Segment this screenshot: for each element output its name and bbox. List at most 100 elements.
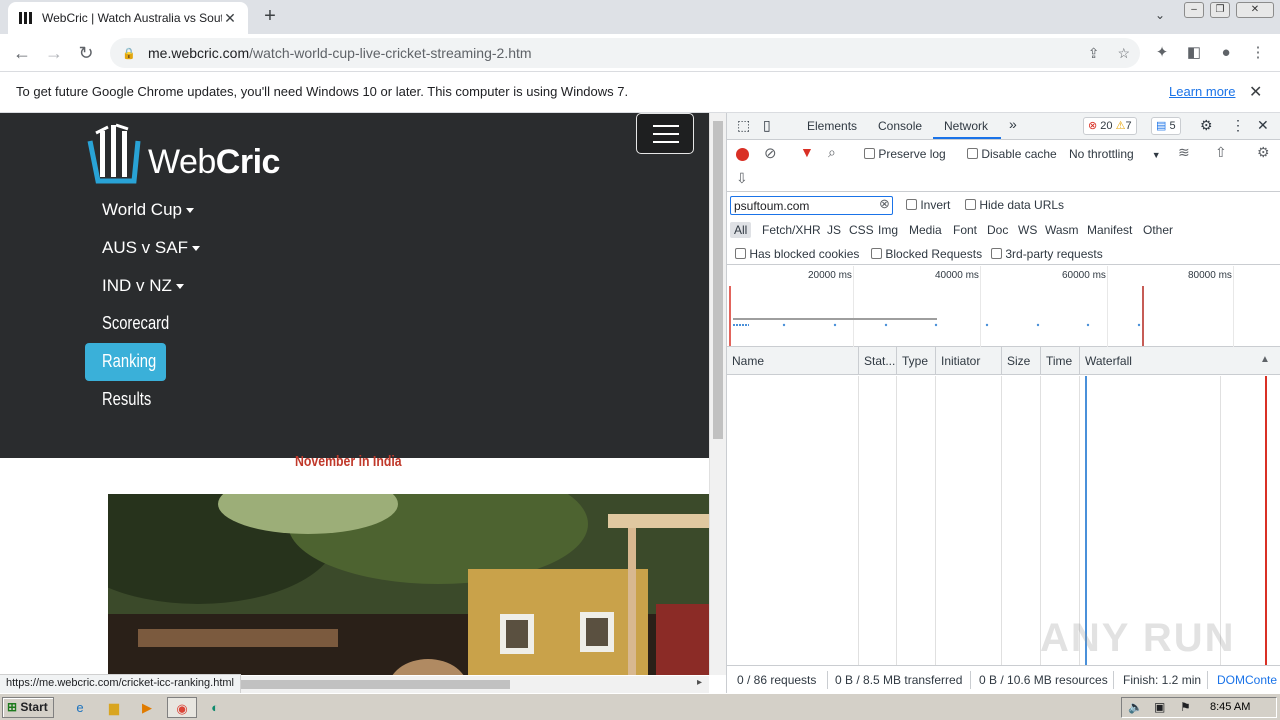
invert-checkbox[interactable]: Invert [906, 198, 950, 212]
clear-filter-icon[interactable]: ⊗ [879, 196, 890, 212]
type-js[interactable]: JS [823, 222, 845, 238]
import-har-icon[interactable]: ⇧ [1215, 144, 1227, 161]
blocked-requests-checkbox[interactable]: Blocked Requests [871, 247, 982, 261]
type-manifest[interactable]: Manifest [1083, 222, 1136, 238]
has-blocked-cookies-checkbox[interactable]: Has blocked cookies [735, 247, 859, 261]
type-all[interactable]: All [730, 222, 752, 238]
type-ws[interactable]: WS [1014, 222, 1041, 238]
device-toolbar-icon[interactable]: ▯ [763, 117, 771, 134]
type-media[interactable]: Media [905, 222, 946, 238]
hide-data-urls-checkbox[interactable]: Hide data URLs [965, 198, 1064, 212]
side-panel-icon[interactable]: ◧ [1183, 42, 1205, 64]
chrome-taskbar-icon[interactable]: ◉ [167, 697, 197, 718]
menu-toggle-button[interactable] [636, 113, 694, 154]
col-initiator[interactable]: Initiator [936, 347, 1002, 375]
type-doc[interactable]: Doc [983, 222, 1012, 238]
restore-button[interactable]: ❐ [1210, 2, 1230, 18]
extensions-puzzle-icon[interactable]: ✦ [1151, 42, 1173, 64]
window-close-button[interactable]: ✕ [1236, 2, 1274, 18]
devtools-menu-icon[interactable]: ⋮ [1231, 117, 1245, 134]
browser-tab[interactable]: WebCric | Watch Australia vs South ✕ [8, 2, 248, 34]
tab-search-chevron-icon[interactable]: ⌄ [1150, 8, 1170, 28]
col-time[interactable]: Time [1041, 347, 1080, 375]
video-frame-image [108, 494, 709, 675]
close-devtools-icon[interactable]: ✕ [1257, 117, 1269, 134]
col-type[interactable]: Type [897, 347, 936, 375]
new-tab-button[interactable]: + [258, 5, 282, 29]
internet-explorer-icon[interactable]: e [68, 697, 92, 718]
export-har-icon[interactable]: ⇩ [736, 170, 748, 187]
col-status[interactable]: Stat... [859, 347, 897, 375]
nav-world-cup[interactable]: World Cup [102, 200, 194, 220]
type-fetch-xhr[interactable]: Fetch/XHR [758, 222, 825, 238]
video-player[interactable] [108, 494, 709, 675]
minimize-button[interactable]: – [1184, 2, 1204, 18]
scroll-thumb[interactable] [713, 121, 723, 439]
edge-icon[interactable]: ◐ [203, 697, 227, 718]
infobar-close-icon[interactable]: ✕ [1249, 82, 1262, 102]
timeline-graph [729, 286, 1144, 346]
nav-ind-v-nz[interactable]: IND v NZ [102, 276, 184, 296]
third-party-requests-checkbox[interactable]: 3rd-party requests [991, 247, 1103, 261]
preserve-log-checkbox[interactable]: Preserve log [864, 147, 946, 161]
filter-funnel-icon[interactable]: ▼ [800, 144, 814, 160]
scroll-right-arrow-icon[interactable]: ▸ [697, 677, 702, 688]
search-icon[interactable]: ⌕ [828, 144, 836, 161]
col-size[interactable]: Size [1002, 347, 1041, 375]
resource-type-filters: All Fetch/XHR JS CSS Img Media Font Doc … [727, 219, 1280, 241]
issues-badge[interactable]: ⊗ 20 ⚠7 [1083, 117, 1137, 135]
webcric-logo[interactable]: WebCric [86, 121, 286, 185]
warning-icon: ⚠ [1115, 120, 1126, 132]
start-button[interactable]: ⊞ Start [2, 697, 54, 718]
page-vertical-scrollbar[interactable] [709, 113, 726, 675]
article-headline[interactable]: November in India [295, 453, 402, 470]
col-waterfall[interactable]: Waterfall [1080, 347, 1280, 375]
network-overview-timeline[interactable]: 20000 ms 40000 ms 60000 ms 80000 ms [727, 266, 1280, 347]
clear-icon[interactable]: ⊘ [764, 144, 777, 162]
nav-aus-v-saf[interactable]: AUS v SAF [102, 238, 200, 258]
settings-gear-icon[interactable]: ⚙ [1200, 117, 1213, 134]
filter-input[interactable] [730, 196, 893, 215]
network-conditions-icon[interactable]: ≋ [1178, 144, 1190, 161]
nav-ranking[interactable]: Ranking [102, 351, 156, 372]
nav-results[interactable]: Results [102, 389, 151, 410]
media-player-icon[interactable]: ▶ [135, 697, 159, 718]
type-wasm[interactable]: Wasm [1041, 222, 1083, 238]
tab-elements[interactable]: Elements [807, 119, 857, 133]
volume-icon[interactable]: 🔈 [1128, 700, 1143, 714]
sort-ascending-icon[interactable]: ▲ [1260, 354, 1270, 365]
type-font[interactable]: Font [949, 222, 981, 238]
caret-down-icon [191, 246, 200, 252]
tab-close-icon[interactable]: ✕ [222, 10, 238, 27]
chrome-menu-icon[interactable]: ⋮ [1247, 42, 1269, 64]
record-icon[interactable] [736, 148, 749, 161]
type-other[interactable]: Other [1139, 222, 1177, 238]
disable-cache-checkbox[interactable]: Disable cache [967, 147, 1057, 161]
scroll-thumb[interactable] [232, 680, 510, 689]
forward-arrow-icon[interactable]: → [42, 41, 66, 65]
more-tabs-chevron-icon[interactable]: » [1009, 116, 1017, 132]
col-name[interactable]: Name [727, 347, 859, 375]
network-icon[interactable]: ▣ [1154, 700, 1165, 714]
nav-scorecard[interactable]: Scorecard [102, 313, 169, 334]
network-settings-gear-icon[interactable]: ⚙ [1257, 144, 1270, 161]
windows-logo-icon: ⊞ [7, 700, 18, 714]
learn-more-link[interactable]: Learn more [1169, 84, 1235, 99]
tab-console[interactable]: Console [878, 119, 922, 133]
profile-avatar-icon[interactable]: ● [1215, 42, 1237, 64]
tab-network[interactable]: Network [944, 119, 988, 133]
inspect-element-icon[interactable]: ⬚ [737, 117, 750, 134]
reload-icon[interactable]: ↻ [74, 41, 98, 65]
messages-badge[interactable]: ▤ 5 [1151, 117, 1181, 135]
action-center-flag-icon[interactable]: ⚑ [1180, 700, 1191, 714]
address-bar[interactable]: 🔒 me.webcric.com /watch-world-cup-live-c… [110, 38, 1140, 68]
back-arrow-icon[interactable]: ← [10, 41, 34, 65]
share-icon[interactable]: ⇪ [1088, 45, 1100, 62]
bookmark-star-icon[interactable]: ☆ [1117, 45, 1130, 62]
file-explorer-icon[interactable]: ▆ [102, 697, 126, 718]
type-img[interactable]: Img [874, 222, 902, 238]
clock[interactable]: 8:45 AM [1210, 701, 1250, 713]
type-css[interactable]: CSS [845, 222, 878, 238]
requests-table-header: Name Stat... Type Initiator Size Time Wa… [727, 347, 1280, 375]
throttling-select[interactable]: No throttling ▼ [1069, 147, 1161, 161]
